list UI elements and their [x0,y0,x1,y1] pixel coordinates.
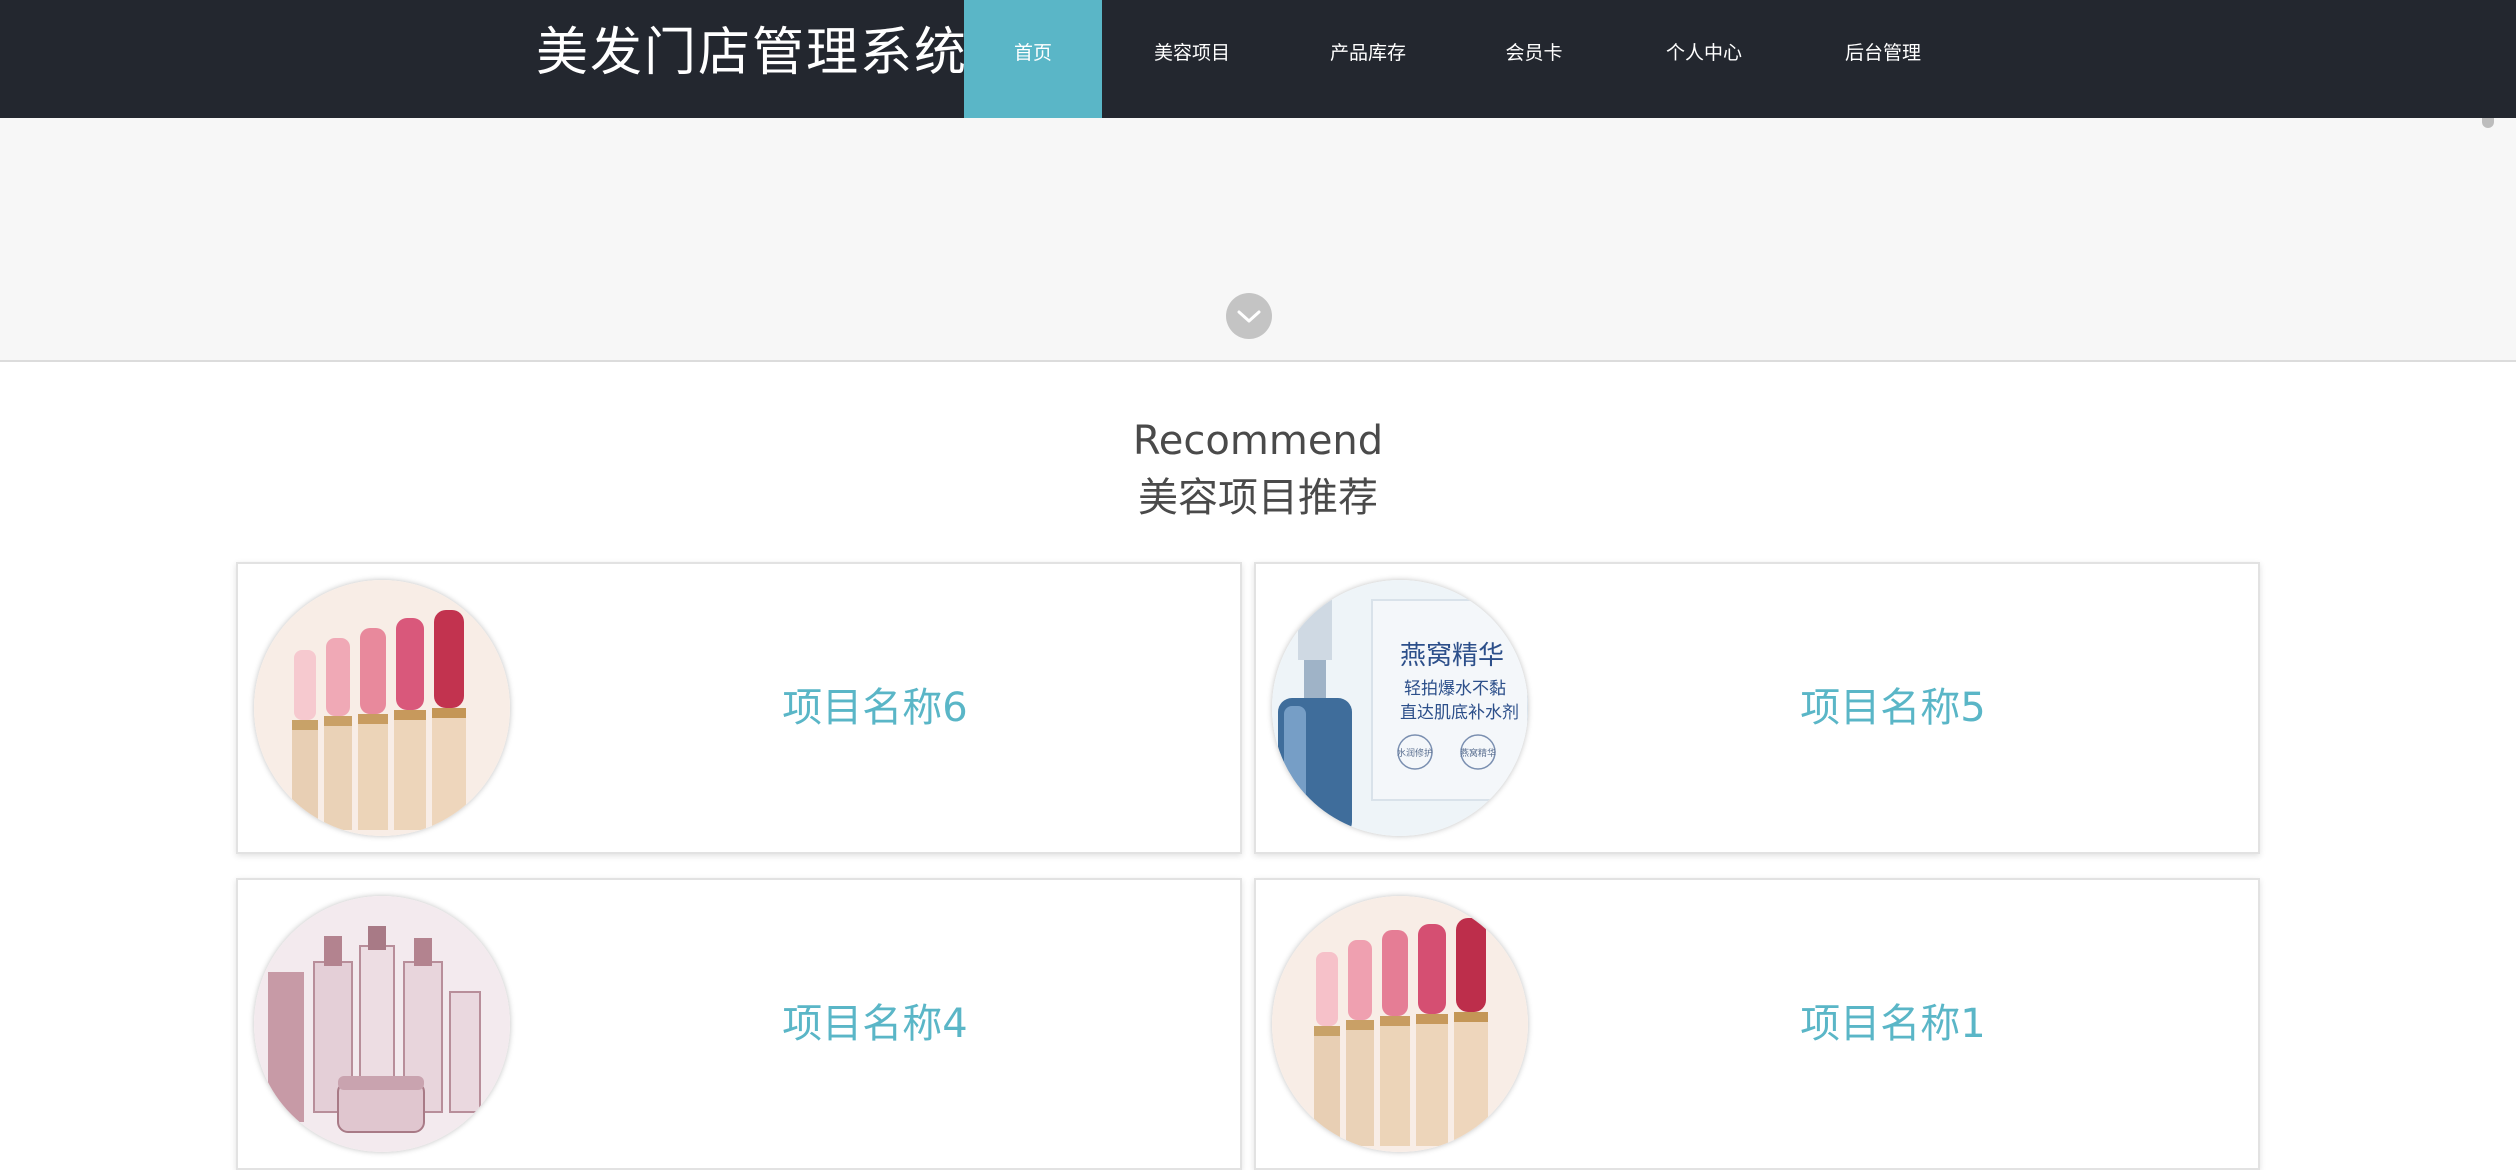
serum-image-text: 直达肌底补水剂 [1400,703,1519,723]
lipstick-set-image [1272,896,1528,1152]
chevron-down-icon [1237,310,1261,323]
project-card[interactable]: 项目名称6 [236,562,1242,854]
lipstick-set-image [254,580,510,836]
serum-image-text: 燕窝精华 [1460,747,1496,759]
recommend-heading: Recommend 美容项目推荐 [0,412,2516,526]
scroll-down-button[interactable] [1226,293,1272,339]
serum-image-text: 燕窝精华 [1400,641,1504,671]
main-nav: 首页 美容项目 产品库存 会员卡 个人中心 后台管理 [964,0,1972,118]
nav-item-product-inventory[interactable]: 产品库存 [1282,0,1454,118]
serum-bottle-image: 燕窝精华 轻拍爆水不黏 直达肌底补水剂 水润修护 燕窝精华 [1272,580,1528,836]
nav-item-home[interactable]: 首页 [964,0,1102,118]
site-title[interactable]: 美发门店管理系统 [536,0,968,118]
hero-banner [0,118,2516,362]
project-card[interactable]: 燕窝精华 轻拍爆水不黏 直达肌底补水剂 水润修护 燕窝精华 项目名称5 [1254,562,2260,854]
carousel-indicator[interactable] [2482,118,2494,128]
serum-image-text: 轻拍爆水不黏 [1404,679,1506,699]
project-name[interactable]: 项目名称1 [1528,880,2258,1168]
project-name[interactable]: 项目名称4 [510,880,1240,1168]
serum-image-text: 水润修护 [1397,747,1433,759]
project-card[interactable]: 项目名称4 [236,878,1242,1170]
heading-english: Recommend [1132,418,1384,464]
nav-item-member-card[interactable]: 会员卡 [1454,0,1614,118]
project-card[interactable]: 项目名称1 [1254,878,2260,1170]
project-name[interactable]: 项目名称5 [1528,564,2258,852]
nav-item-personal-center[interactable]: 个人中心 [1614,0,1794,118]
skincare-set-image [254,896,510,1152]
heading-chinese: 美容项目推荐 [1138,475,1378,521]
nav-item-beauty-projects[interactable]: 美容项目 [1102,0,1282,118]
project-name[interactable]: 项目名称6 [510,564,1240,852]
top-navbar: 美发门店管理系统 首页 美容项目 产品库存 会员卡 个人中心 后台管理 [0,0,2516,118]
nav-item-admin[interactable]: 后台管理 [1794,0,1972,118]
